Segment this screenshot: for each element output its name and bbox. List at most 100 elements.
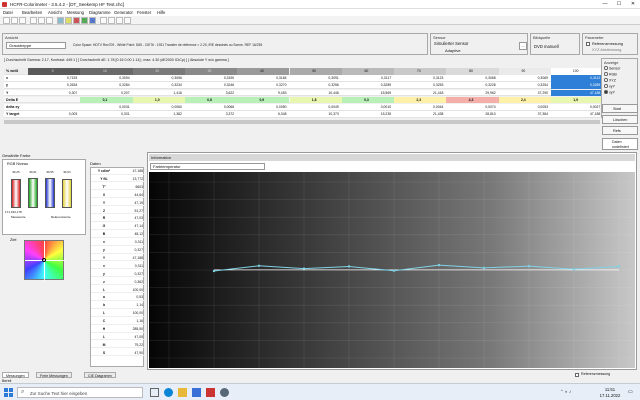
stop-icon[interactable] <box>108 17 115 24</box>
menu-messung[interactable]: Messung <box>67 10 84 15</box>
menu-datei[interactable]: Datei <box>3 10 13 15</box>
grid-cell[interactable]: 2,3 <box>394 96 447 104</box>
grid-cell[interactable]: 1,0 <box>132 96 185 104</box>
help-icon[interactable] <box>124 17 131 24</box>
grid-cell[interactable]: 37,384 <box>499 111 551 118</box>
anzeige-option[interactable]: XYZ <box>604 78 616 83</box>
grid-col-header[interactable]: 90 <box>498 68 551 75</box>
grid-col-header[interactable]: 30 <box>184 68 238 75</box>
grid-cell[interactable]: 1,416 <box>133 90 185 97</box>
menu-diagramme[interactable]: Diagramme <box>89 10 111 15</box>
grid-cell[interactable]: 0,3123 <box>394 75 446 82</box>
grid-cell[interactable]: 0,307 <box>28 90 80 97</box>
grid-cell[interactable]: 0,0050 <box>237 104 289 111</box>
taskbar-search[interactable]: ⌕ Zur Suche Text hier eingeben <box>17 387 143 398</box>
grid-cell[interactable]: 1,9 <box>551 96 604 104</box>
tray-icons[interactable]: ⌃ ◐ ♪ <box>560 389 571 395</box>
cut-icon[interactable] <box>30 17 37 24</box>
grid-cell[interactable]: 0,331 <box>80 111 132 118</box>
start-button[interactable]: Start <box>602 104 638 113</box>
save-icon[interactable] <box>19 17 26 24</box>
grid-cell[interactable]: 0,3 <box>341 96 395 104</box>
close-button[interactable]: ✕ <box>626 0 640 9</box>
grid-cell[interactable]: 0,2634 <box>28 82 80 89</box>
grid-cell[interactable]: 0,3234 <box>133 82 185 89</box>
grid-cell[interactable]: 1,8 <box>289 96 342 104</box>
grid-cell[interactable]: 0,3270 <box>237 82 289 89</box>
menu-generator[interactable]: Generator <box>114 10 133 15</box>
notification-icon[interactable]: ▭ <box>628 389 633 395</box>
grid-col-header[interactable]: 10 <box>80 68 133 75</box>
tab-freie-messungen[interactable]: Freie Messungen <box>36 372 72 378</box>
grid-cell[interactable]: 0,3246 <box>185 82 237 89</box>
grid-cell[interactable]: 0,9 <box>237 96 290 104</box>
grid-col-header[interactable]: 70 <box>394 68 447 75</box>
menu-fenster[interactable]: Fenster <box>137 10 151 15</box>
task-view-icon[interactable] <box>150 388 159 397</box>
grid-cell[interactable]: 0,0010 <box>342 104 394 111</box>
grid-cell[interactable]: 0,207 <box>80 90 132 97</box>
grid-col-header[interactable]: 40 <box>237 68 290 75</box>
grid-cell[interactable]: 0,3284 <box>80 82 132 89</box>
settings-icon[interactable] <box>116 17 123 24</box>
grid-col-header[interactable]: 60 <box>341 68 395 75</box>
grid-cell[interactable]: 28,810 <box>446 111 498 118</box>
grid-cell[interactable]: 4,3 <box>446 96 499 104</box>
grid-cell[interactable]: 0,3289 <box>551 82 604 89</box>
grid-cell[interactable]: 3,622 <box>185 90 237 97</box>
menu-ansicht[interactable]: Ansicht <box>48 10 62 15</box>
grid-cell[interactable]: 6,348 <box>237 111 289 118</box>
grid-col-header[interactable]: 100 <box>551 68 604 75</box>
primaries-icon[interactable] <box>73 17 80 24</box>
grid-cell[interactable]: 0,3190 <box>185 75 237 82</box>
information-select[interactable]: Farbtemperatur <box>150 163 265 170</box>
grid-cell[interactable]: 0,3289 <box>342 82 394 89</box>
saturation-icon[interactable] <box>89 17 96 24</box>
grid-cell[interactable]: 0,0049 <box>290 104 342 111</box>
loeschen-button[interactable]: Löschen <box>602 115 638 124</box>
referenzmessung-checkbox[interactable] <box>586 42 590 46</box>
grid-cell[interactable]: 0,0031 <box>80 104 132 111</box>
grid-cell[interactable]: 0,1 <box>80 96 133 104</box>
anzeige-option[interactable]: xyY <box>604 90 615 95</box>
grid-cell[interactable]: 1,382 <box>133 111 185 118</box>
grid-cell[interactable]: 15,235 <box>342 111 394 118</box>
grid-cell[interactable]: 0,0074 <box>446 104 498 111</box>
open-icon[interactable] <box>11 17 18 24</box>
grid-cell[interactable]: 0,3068 <box>446 75 498 82</box>
grid-cell[interactable]: 0,3091 <box>290 75 342 82</box>
daten-undefiniert-button[interactable]: Daten undefiniert <box>602 138 638 150</box>
grid-col-header[interactable]: 20 <box>132 68 185 75</box>
grid-cell[interactable]: 15,569 <box>342 90 394 97</box>
grid-cell[interactable]: 0,3256 <box>290 82 342 89</box>
hcfr-taskbar-icon[interactable] <box>206 388 215 397</box>
grid-cell[interactable]: 3,372 <box>185 111 237 118</box>
grid-cell[interactable]: 2,4 <box>498 96 551 104</box>
grid-cell[interactable]: 0,3094 <box>80 75 132 82</box>
grid-cell[interactable]: 0,7153 <box>28 75 80 82</box>
gray-scale-icon[interactable] <box>65 17 72 24</box>
grid-cell[interactable]: 21,418 <box>394 90 446 97</box>
grid-cell[interactable]: 9,453 <box>237 90 289 97</box>
maximize-button[interactable]: ☐ <box>612 0 626 9</box>
grid-cell[interactable]: 0,3184 <box>237 75 289 82</box>
grid-cell[interactable] <box>28 104 80 111</box>
secondaries-icon[interactable] <box>81 17 88 24</box>
edge-icon[interactable] <box>164 388 173 397</box>
grid-cell[interactable]: 10,373 <box>290 111 342 118</box>
grid-cell[interactable]: 0,0053 <box>499 104 551 111</box>
grid-cell[interactable]: 0,0066 <box>185 104 237 111</box>
grid-horizontal-scrollbar[interactable] <box>4 120 600 124</box>
explorer-icon[interactable] <box>178 388 187 397</box>
grid-cell[interactable]: 0,3117 <box>342 75 394 82</box>
grid-cell[interactable]: 0,0044 <box>394 104 446 111</box>
tab-cie-diagramm[interactable]: CIE Diagramm <box>84 372 116 378</box>
grid-cell[interactable]: 0,3056 <box>133 75 185 82</box>
app-taskbar-icon[interactable] <box>220 388 229 397</box>
grid-cell[interactable] <box>28 97 80 104</box>
grid-cell[interactable]: 0,3253 <box>394 82 446 89</box>
grid-cell[interactable]: 21,438 <box>394 111 446 118</box>
status-referenzmessung-checkbox[interactable] <box>575 373 579 377</box>
grid-cell[interactable]: 0,8 <box>184 96 238 104</box>
paste-icon[interactable] <box>46 17 53 24</box>
